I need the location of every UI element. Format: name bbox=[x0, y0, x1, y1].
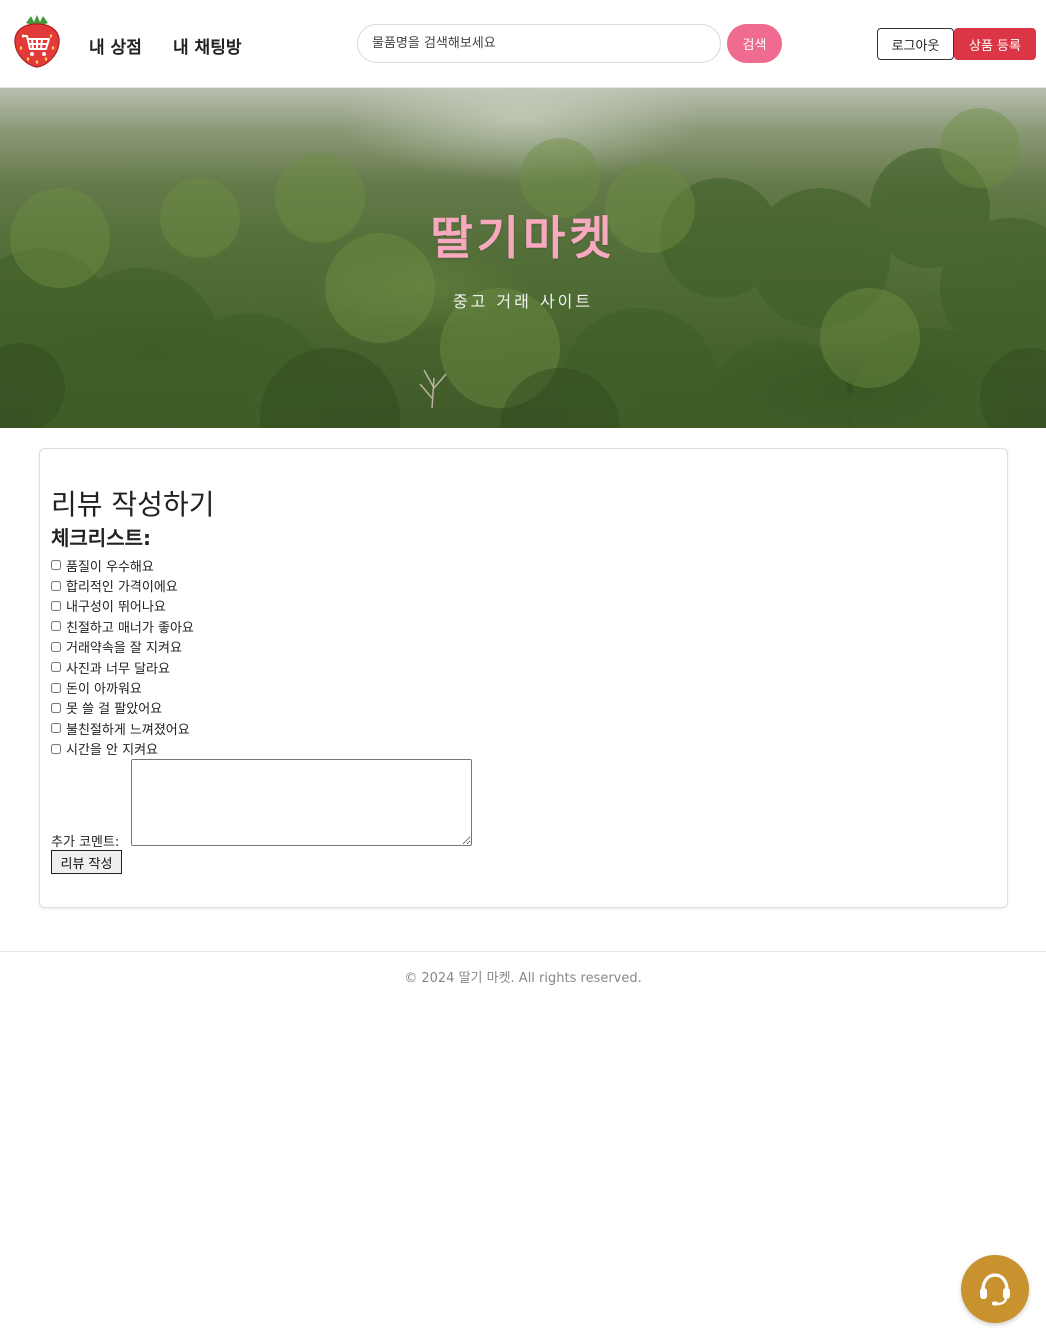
comment-label: 추가 코멘트: bbox=[51, 835, 120, 850]
checklist-checkbox[interactable] bbox=[51, 723, 61, 734]
checklist-item[interactable]: 돈이 아까워요 bbox=[50, 677, 194, 697]
checklist-checkbox[interactable] bbox=[51, 621, 61, 632]
checklist-item[interactable]: 못 쓸 걸 팔았어요 bbox=[50, 698, 194, 718]
strawberry-cart-icon[interactable] bbox=[12, 14, 62, 68]
review-checklist: 품질이 우수해요 합리적인 가격이에요 내구성이 뛰어나요 친절하고 매너가 좋… bbox=[50, 555, 194, 759]
review-form-card: 리뷰 작성하기 체크리스트: 품질이 우수해요 합리적인 가격이에요 내구성이 … bbox=[39, 448, 1008, 908]
checklist-checkbox[interactable] bbox=[51, 580, 61, 591]
checklist-item[interactable]: 친절하고 매너가 좋아요 bbox=[50, 616, 194, 636]
checklist-checkbox[interactable] bbox=[51, 560, 61, 571]
search-input[interactable] bbox=[357, 24, 721, 63]
logout-button[interactable]: 로그아웃 bbox=[877, 28, 954, 60]
nav-my-store[interactable]: 내 상점 bbox=[89, 33, 142, 58]
checklist-item[interactable]: 합리적인 가격이에요 bbox=[50, 575, 194, 595]
checklist-checkbox[interactable] bbox=[51, 641, 61, 652]
checklist-item-label: 불친절하게 느껴졌어요 bbox=[66, 722, 190, 738]
checklist-item[interactable]: 사진과 너무 달라요 bbox=[50, 657, 194, 677]
checklist-item-label: 못 쓸 걸 팔았어요 bbox=[66, 702, 163, 718]
checklist-item[interactable]: 내구성이 뛰어나요 bbox=[50, 596, 194, 616]
footer-copyright: © 2024 딸기 마켓. All rights reserved. bbox=[404, 971, 642, 986]
hero-banner: 딸기마켓 중고 거래 사이트 bbox=[0, 88, 1046, 428]
submit-review-button[interactable]: 리뷰 작성 bbox=[51, 850, 122, 874]
checklist-item-label: 돈이 아까워요 bbox=[66, 682, 142, 698]
search-button[interactable]: 검색 bbox=[727, 24, 782, 63]
checklist-item-label: 사진과 너무 달라요 bbox=[66, 661, 170, 677]
checklist-item[interactable]: 품질이 우수해요 bbox=[50, 555, 194, 575]
hero-subtitle: 중고 거래 사이트 bbox=[452, 292, 594, 311]
headset-icon bbox=[980, 1273, 1010, 1306]
top-header: 내 상점 내 채팅방 검색 로그아웃 상품 등록 bbox=[0, 0, 1046, 88]
checklist-heading: 체크리스트: bbox=[51, 526, 151, 550]
checklist-checkbox[interactable] bbox=[51, 702, 61, 713]
register-product-button[interactable]: 상품 등록 bbox=[954, 28, 1036, 60]
checklist-checkbox[interactable] bbox=[51, 662, 61, 673]
customer-support-button[interactable] bbox=[961, 1255, 1029, 1323]
nav-my-chatroom[interactable]: 내 채팅방 bbox=[173, 33, 241, 58]
checklist-checkbox[interactable] bbox=[51, 743, 61, 754]
checklist-item-label: 합리적인 가격이에요 bbox=[66, 580, 178, 596]
checklist-item-label: 시간을 안 지켜요 bbox=[66, 743, 158, 759]
footer-divider bbox=[0, 951, 1046, 952]
page-title: 리뷰 작성하기 bbox=[51, 488, 215, 521]
checklist-checkbox[interactable] bbox=[51, 600, 61, 611]
hero-title: 딸기마켓 bbox=[430, 211, 616, 265]
checklist-item-label: 품질이 우수해요 bbox=[66, 559, 154, 575]
checklist-checkbox[interactable] bbox=[51, 682, 61, 693]
checklist-item-label: 친절하고 매너가 좋아요 bbox=[66, 620, 194, 636]
comment-textarea[interactable] bbox=[131, 759, 472, 846]
checklist-item[interactable]: 시간을 안 지켜요 bbox=[50, 739, 194, 759]
checklist-item[interactable]: 불친절하게 느껴졌어요 bbox=[50, 718, 194, 738]
checklist-item-label: 거래약속을 잘 지켜요 bbox=[66, 641, 182, 657]
checklist-item[interactable]: 거래약속을 잘 지켜요 bbox=[50, 637, 194, 657]
checklist-item-label: 내구성이 뛰어나요 bbox=[66, 600, 166, 616]
